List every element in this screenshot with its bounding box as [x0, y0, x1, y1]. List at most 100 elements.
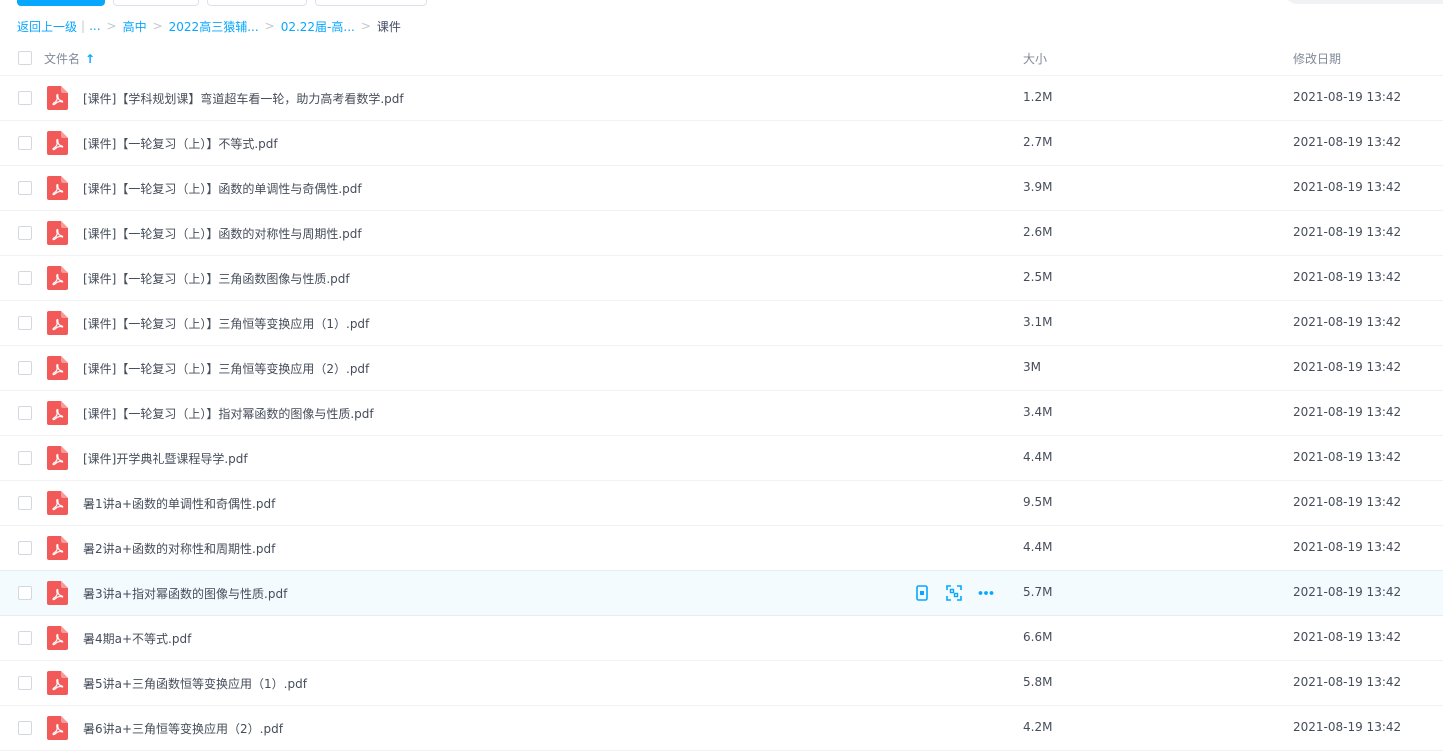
file-size: 4.4M — [1023, 540, 1053, 554]
file-name[interactable]: 暑4期a+不等式.pdf — [83, 630, 191, 647]
file-modified-date: 2021-08-19 13:42 — [1293, 180, 1402, 194]
table-row[interactable]: 暑2讲a+函数的对称性和周期性.pdf 4.4M 2021-08-19 13:4… — [0, 526, 1443, 571]
top-toolbar — [0, 0, 1443, 10]
row-checkbox[interactable] — [18, 631, 32, 645]
table-row[interactable]: [课件]【一轮复习（上）】三角函数图像与性质.pdf 2.5M 2021-08-… — [0, 256, 1443, 301]
header-size-label[interactable]: 大小 — [1023, 50, 1047, 67]
table-row[interactable]: [课件]【一轮复习（上）】三角恒等变换应用（2）.pdf 3M 2021-08-… — [0, 346, 1443, 391]
file-modified-date: 2021-08-19 13:42 — [1293, 225, 1402, 239]
row-checkbox[interactable] — [18, 721, 32, 735]
file-name[interactable]: [课件]【一轮复习（上）】函数的对称性与周期性.pdf — [83, 225, 362, 242]
table-row[interactable]: 暑6讲a+三角恒等变换应用（2）.pdf 4.2M 2021-08-19 13:… — [0, 706, 1443, 751]
file-table: 文件名 ↑ 大小 修改日期 [课件]【学科规划课】弯道超车看一轮，助力高考看数学… — [0, 39, 1443, 751]
table-row[interactable]: 暑1讲a+函数的单调性和奇偶性.pdf 9.5M 2021-08-19 13:4… — [0, 481, 1443, 526]
phone-icon[interactable] — [913, 584, 931, 602]
file-modified-date: 2021-08-19 13:42 — [1293, 630, 1402, 644]
pdf-file-icon — [47, 266, 68, 290]
sort-ascending-icon: ↑ — [85, 51, 96, 66]
row-checkbox[interactable] — [18, 271, 32, 285]
breadcrumb-separator: > — [152, 19, 163, 33]
pdf-file-icon — [47, 716, 68, 740]
qr-scan-icon[interactable] — [945, 584, 963, 602]
file-modified-date: 2021-08-19 13:42 — [1293, 495, 1402, 509]
pdf-file-icon — [47, 626, 68, 650]
table-row[interactable]: 暑4期a+不等式.pdf 6.6M 2021-08-19 13:42 — [0, 616, 1443, 661]
table-row[interactable]: [课件]【一轮复习（上）】函数的单调性与奇偶性.pdf 3.9M 2021-08… — [0, 166, 1443, 211]
more-icon[interactable] — [977, 584, 995, 602]
file-size: 5.7M — [1023, 585, 1053, 599]
row-checkbox[interactable] — [18, 181, 32, 195]
file-name[interactable]: [课件]【学科规划课】弯道超车看一轮，助力高考看数学.pdf — [83, 90, 404, 107]
table-body: [课件]【学科规划课】弯道超车看一轮，助力高考看数学.pdf 1.2M 2021… — [0, 76, 1443, 751]
pdf-file-icon — [47, 356, 68, 380]
row-checkbox[interactable] — [18, 586, 32, 600]
file-name[interactable]: [课件]【一轮复习（上）】三角恒等变换应用（2）.pdf — [83, 360, 369, 377]
pdf-file-icon — [47, 536, 68, 560]
file-name[interactable]: [课件]【一轮复习（上）】不等式.pdf — [83, 135, 278, 152]
table-row[interactable]: 暑3讲a+指对幂函数的图像与性质.pdf 5.7M 2021-08-19 13:… — [0, 570, 1443, 616]
file-name[interactable]: [课件]【一轮复习（上）】指对幂函数的图像与性质.pdf — [83, 405, 374, 422]
file-size: 6.6M — [1023, 630, 1053, 644]
breadcrumb-separator: > — [106, 19, 117, 33]
row-checkbox[interactable] — [18, 136, 32, 150]
file-name[interactable]: 暑1讲a+函数的单调性和奇偶性.pdf — [83, 495, 275, 512]
toolbar-button-3[interactable] — [207, 0, 307, 6]
row-checkbox[interactable] — [18, 451, 32, 465]
breadcrumb-back-link[interactable]: 返回上一级 — [17, 18, 77, 35]
file-name[interactable]: [课件]【一轮复习（上）】函数的单调性与奇偶性.pdf — [83, 180, 362, 197]
file-modified-date: 2021-08-19 13:42 — [1293, 90, 1402, 104]
file-name[interactable]: [课件]开学典礼暨课程导学.pdf — [83, 450, 248, 467]
row-checkbox[interactable] — [18, 406, 32, 420]
table-row[interactable]: [课件]【一轮复习（上）】指对幂函数的图像与性质.pdf 3.4M 2021-0… — [0, 391, 1443, 436]
pdf-file-icon — [47, 221, 68, 245]
breadcrumb-separator: > — [360, 19, 371, 33]
breadcrumb-item-2[interactable]: 2022高三猿辅... — [169, 18, 259, 35]
table-row[interactable]: [课件]【一轮复习（上）】函数的对称性与周期性.pdf 2.6M 2021-08… — [0, 211, 1443, 256]
file-size: 3.1M — [1023, 315, 1053, 329]
select-all-checkbox[interactable] — [18, 51, 32, 65]
breadcrumb-item-3[interactable]: 02.22届-高... — [281, 18, 355, 35]
table-row[interactable]: 暑5讲a+三角函数恒等变换应用（1）.pdf 5.8M 2021-08-19 1… — [0, 661, 1443, 706]
pdf-file-icon — [47, 311, 68, 335]
row-checkbox[interactable] — [18, 496, 32, 510]
row-checkbox[interactable] — [18, 226, 32, 240]
file-name[interactable]: 暑5讲a+三角函数恒等变换应用（1）.pdf — [83, 675, 307, 692]
breadcrumb-ellipsis[interactable]: ... — [89, 19, 100, 33]
toolbar-button-4[interactable] — [315, 0, 427, 6]
file-modified-date: 2021-08-19 13:42 — [1293, 675, 1402, 689]
file-name[interactable]: 暑3讲a+指对幂函数的图像与性质.pdf — [83, 585, 287, 602]
file-name[interactable]: [课件]【一轮复习（上）】三角函数图像与性质.pdf — [83, 270, 350, 287]
breadcrumb-divider: | — [81, 19, 86, 33]
row-checkbox[interactable] — [18, 676, 32, 690]
file-size: 3M — [1023, 360, 1041, 374]
file-size: 5.8M — [1023, 675, 1053, 689]
file-name[interactable]: [课件]【一轮复习（上）】三角恒等变换应用（1）.pdf — [83, 315, 369, 332]
table-row[interactable]: [课件]【学科规划课】弯道超车看一轮，助力高考看数学.pdf 1.2M 2021… — [0, 76, 1443, 121]
new-folder-button[interactable] — [113, 0, 199, 6]
row-checkbox[interactable] — [18, 541, 32, 555]
breadcrumb: 返回上一级 | ... > 高中 > 2022高三猿辅... > 02.22届-… — [17, 17, 401, 35]
pdf-file-icon — [47, 491, 68, 515]
row-checkbox[interactable] — [18, 91, 32, 105]
file-modified-date: 2021-08-19 13:42 — [1293, 450, 1402, 464]
search-input[interactable] — [1285, 0, 1443, 4]
file-name[interactable]: 暑2讲a+函数的对称性和周期性.pdf — [83, 540, 275, 557]
pdf-file-icon — [47, 401, 68, 425]
table-row[interactable]: [课件]开学典礼暨课程导学.pdf 4.4M 2021-08-19 13:42 — [0, 436, 1443, 481]
table-header: 文件名 ↑ 大小 修改日期 — [0, 39, 1443, 76]
file-modified-date: 2021-08-19 13:42 — [1293, 135, 1402, 149]
table-row[interactable]: [课件]【一轮复习（上）】三角恒等变换应用（1）.pdf 3.1M 2021-0… — [0, 301, 1443, 346]
row-checkbox[interactable] — [18, 316, 32, 330]
row-checkbox[interactable] — [18, 361, 32, 375]
file-modified-date: 2021-08-19 13:42 — [1293, 270, 1402, 284]
file-name[interactable]: 暑6讲a+三角恒等变换应用（2）.pdf — [83, 720, 283, 737]
header-date-label[interactable]: 修改日期 — [1293, 50, 1341, 67]
table-row[interactable]: [课件]【一轮复习（上）】不等式.pdf 2.7M 2021-08-19 13:… — [0, 121, 1443, 166]
upload-button[interactable] — [17, 0, 105, 6]
pdf-file-icon — [47, 581, 68, 605]
breadcrumb-item-1[interactable]: 高中 — [123, 18, 147, 35]
pdf-file-icon — [47, 176, 68, 200]
pdf-file-icon — [47, 86, 68, 110]
pdf-file-icon — [47, 671, 68, 695]
header-name-sort[interactable]: 文件名 ↑ — [44, 50, 95, 67]
